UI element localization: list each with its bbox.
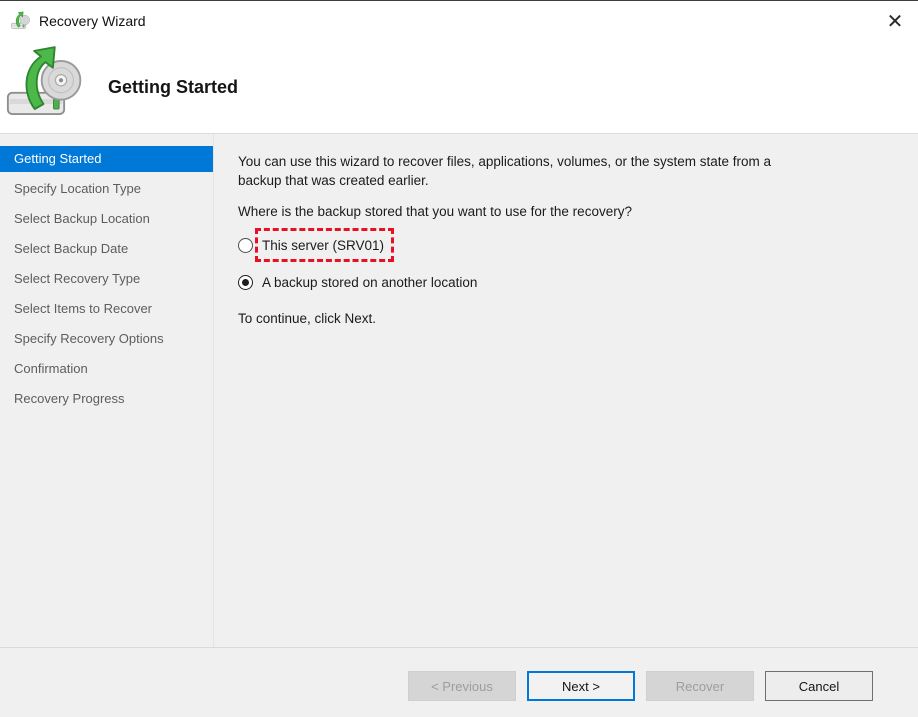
- backup-drive-icon: [11, 11, 31, 31]
- title-bar: Recovery Wizard ✕: [0, 1, 918, 41]
- sidebar-item-select-backup-date: Select Backup Date: [0, 236, 213, 262]
- sidebar-item-select-backup-location: Select Backup Location: [0, 206, 213, 232]
- cancel-button[interactable]: Cancel: [765, 671, 873, 701]
- button-bar: < Previous Next > Recover Cancel: [0, 647, 918, 717]
- wizard-body: Getting Started Specify Location Type Se…: [0, 134, 918, 647]
- radio-label[interactable]: This server (SRV01): [262, 238, 384, 253]
- sidebar-item-getting-started: Getting Started: [0, 146, 213, 172]
- close-button[interactable]: ✕: [872, 1, 918, 41]
- radio-button-checked[interactable]: [238, 275, 253, 290]
- close-icon: ✕: [887, 9, 904, 33]
- sidebar-item-select-recovery-type: Select Recovery Type: [0, 266, 213, 292]
- intro-text: You can use this wizard to recover files…: [238, 152, 794, 190]
- previous-button[interactable]: < Previous: [408, 671, 516, 701]
- radio-dot: [242, 279, 249, 286]
- wizard-content: You can use this wizard to recover files…: [214, 134, 918, 647]
- recovery-wizard-window: { "window": { "title": "Recovery Wizard"…: [0, 0, 918, 717]
- backup-location-question: Where is the backup stored that you want…: [238, 202, 894, 221]
- radio-option-this-server[interactable]: This server (SRV01): [238, 237, 894, 253]
- sidebar-item-select-items-to-recover: Select Items to Recover: [0, 296, 213, 322]
- recover-button[interactable]: Recover: [646, 671, 754, 701]
- wizard-steps-sidebar: Getting Started Specify Location Type Se…: [0, 134, 214, 647]
- page-title: Getting Started: [108, 77, 238, 98]
- wizard-header: Getting Started: [0, 41, 918, 134]
- sidebar-item-specify-recovery-options: Specify Recovery Options: [0, 326, 213, 352]
- sidebar-item-confirmation: Confirmation: [0, 356, 213, 382]
- radio-label[interactable]: A backup stored on another location: [262, 275, 477, 290]
- backup-drive-icon-large: [6, 44, 86, 124]
- sidebar-item-recovery-progress: Recovery Progress: [0, 386, 213, 412]
- continue-note: To continue, click Next.: [238, 311, 894, 326]
- sidebar-item-specify-location-type: Specify Location Type: [0, 176, 213, 202]
- radio-option-another-location[interactable]: A backup stored on another location: [238, 274, 894, 290]
- window-title: Recovery Wizard: [39, 13, 146, 29]
- next-button[interactable]: Next >: [527, 671, 635, 701]
- radio-button-unchecked[interactable]: [238, 238, 253, 253]
